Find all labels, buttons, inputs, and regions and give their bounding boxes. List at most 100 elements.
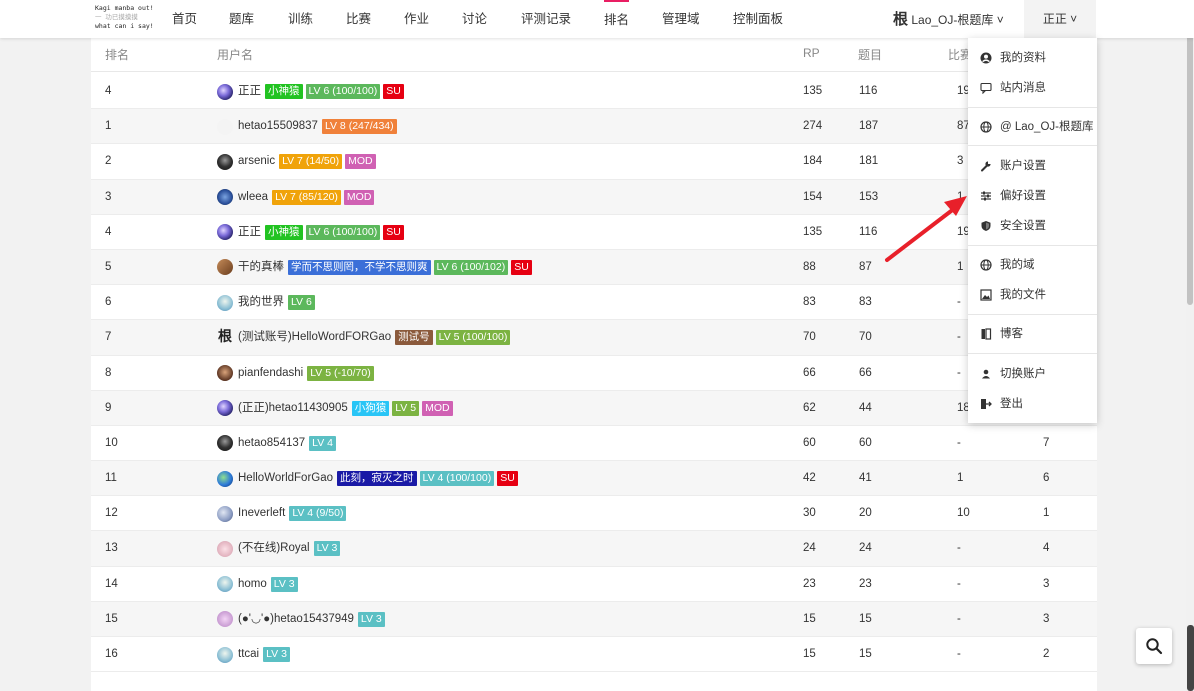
menu-item-9[interactable]: 切换账户 xyxy=(968,362,1097,386)
username-link[interactable]: HelloWorldForGao xyxy=(238,461,333,496)
username-link[interactable]: wleea xyxy=(238,180,268,215)
username-link[interactable]: ttcai xyxy=(238,637,259,672)
user-badge: SU xyxy=(497,471,518,487)
problems-cell: 44 xyxy=(859,401,872,414)
user-icon xyxy=(980,368,992,380)
username-link[interactable]: arsenic xyxy=(238,144,275,179)
page-scrollbar[interactable] xyxy=(1186,0,1194,691)
nav-item-4[interactable]: 作业 xyxy=(404,0,429,38)
rp-cell: 88 xyxy=(803,260,816,273)
menu-divider xyxy=(968,107,1097,108)
menu-item-1[interactable]: 站内消息 xyxy=(968,76,1097,100)
nav-item-9[interactable]: 控制面板 xyxy=(733,0,783,38)
user-avatar[interactable] xyxy=(217,153,233,170)
rp-cell: 154 xyxy=(803,190,823,203)
username-link[interactable]: (测试账号)HelloWordFORGao xyxy=(238,320,391,355)
table-body: 4 正正 小神猿 LV 6 (100/100) SU 135 116 19 1 he… xyxy=(91,74,1097,673)
nav-item-6[interactable]: 评测记录 xyxy=(521,0,571,38)
menu-item-6[interactable]: 我的域 xyxy=(968,253,1097,277)
username-link[interactable]: hetao854137 xyxy=(238,426,305,461)
menu-item-8[interactable]: 博客 xyxy=(968,322,1097,346)
problems-cell: 24 xyxy=(859,542,872,555)
menu-divider xyxy=(968,245,1097,246)
menu-item-10[interactable]: 登出 xyxy=(968,392,1097,416)
username-link[interactable]: (不在线)Royal xyxy=(238,531,310,566)
header-problems[interactable]: 题目 xyxy=(858,46,882,63)
user-avatar[interactable] xyxy=(217,646,233,663)
user-badge: LV 5 xyxy=(392,400,420,416)
menu-divider xyxy=(968,145,1097,146)
scrollbar-handle-bottom[interactable] xyxy=(1187,625,1194,691)
table-row: 13 (不在线)Royal LV 3 24 24 - 4 xyxy=(91,531,1097,567)
username-link[interactable]: hetao15509837 xyxy=(238,109,318,144)
scrollbar-thumb[interactable] xyxy=(1187,0,1193,305)
username-link[interactable]: (●'◡'●)hetao15437949 xyxy=(238,602,354,637)
menu-item-2[interactable]: @ Lao_OJ-根题库 xyxy=(968,115,1097,139)
user-avatar[interactable]: 根 xyxy=(217,320,233,355)
user-avatar[interactable] xyxy=(217,224,233,241)
user-avatar[interactable] xyxy=(217,189,233,206)
user-badge: SU xyxy=(383,224,404,240)
table-row: 4 正正 小神猿 LV 6 (100/100) SU 135 116 19 xyxy=(91,74,1097,110)
username-link[interactable]: (正正)hetao11430905 xyxy=(238,391,348,426)
user-cell: 正正 小神猿 LV 6 (100/100) SU xyxy=(217,215,404,250)
search-button[interactable] xyxy=(1136,628,1172,664)
menu-item-label: 账户设置 xyxy=(1000,160,1046,172)
menu-item-4[interactable]: 偏好设置 xyxy=(968,184,1097,208)
header-rp[interactable]: RP xyxy=(803,46,820,60)
extra-count-cell: 2 xyxy=(1043,648,1050,660)
username-link[interactable]: Ineverleft xyxy=(238,496,285,531)
rp-cell: 15 xyxy=(803,612,816,625)
menu-item-label: 我的资料 xyxy=(1000,52,1046,64)
rank-cell: 7 xyxy=(105,331,112,344)
menu-item-5[interactable]: 安全设置 xyxy=(968,214,1097,238)
user-avatar[interactable] xyxy=(217,118,233,135)
menu-item-7[interactable]: 我的文件 xyxy=(968,283,1097,307)
user-avatar[interactable] xyxy=(217,365,233,381)
user-avatar[interactable] xyxy=(217,83,233,100)
user-avatar[interactable] xyxy=(217,470,233,487)
rank-cell: 9 xyxy=(105,401,112,414)
user-menu-button[interactable]: 正正 ˅ xyxy=(1024,0,1096,38)
menu-item-0[interactable]: 我的资料 xyxy=(968,46,1097,70)
nav-item-5[interactable]: 讨论 xyxy=(462,0,487,38)
nav-item-2[interactable]: 训练 xyxy=(288,0,313,38)
rp-cell: 30 xyxy=(803,507,816,520)
nav-item-1[interactable]: 题库 xyxy=(229,0,254,38)
user-badge: 测试号 xyxy=(395,330,433,346)
username-link[interactable]: homo xyxy=(238,567,267,602)
user-avatar[interactable] xyxy=(217,576,233,593)
username-link[interactable]: 干的真棒 xyxy=(238,250,284,285)
user-avatar[interactable] xyxy=(217,505,233,522)
contests-cell: 1 xyxy=(957,472,964,485)
table-row: 16 ttcai LV 3 15 15 - 2 xyxy=(91,637,1097,673)
header-rank[interactable]: 排名 xyxy=(105,46,129,63)
user-avatar[interactable] xyxy=(217,259,233,276)
user-avatar[interactable] xyxy=(217,611,233,628)
username-link[interactable]: 正正 xyxy=(238,215,261,250)
user-avatar[interactable] xyxy=(217,435,233,452)
user-avatar[interactable] xyxy=(217,540,233,557)
user-avatar[interactable] xyxy=(217,400,233,417)
table-row: 7 根 (测试账号)HelloWordFORGao 测试号 LV 5 (100/1… xyxy=(91,320,1097,356)
problems-cell: 83 xyxy=(859,296,872,309)
nav-item-0[interactable]: 首页 xyxy=(172,0,197,38)
problems-cell: 87 xyxy=(859,260,872,273)
rank-cell: 3 xyxy=(105,190,112,203)
menu-item-3[interactable]: 账户设置 xyxy=(968,154,1097,178)
nav-item-3[interactable]: 比赛 xyxy=(346,0,371,38)
domain-switcher[interactable]: 根 Lao_OJ-根题库 ˅ xyxy=(893,0,1004,38)
top-navbar: Kagi manba out! 一 功已摸摸摸 what can i say! … xyxy=(0,0,1194,38)
table-row: 11 HelloWorldForGao 此刻，寂灭之时 LV 4 (100/100… xyxy=(91,461,1097,497)
site-logo[interactable]: Kagi manba out! 一 功已摸摸摸 what can i say! xyxy=(95,4,157,31)
user-avatar[interactable] xyxy=(217,294,233,311)
username-link[interactable]: 我的世界 xyxy=(238,285,284,320)
rp-cell: 274 xyxy=(803,120,823,133)
shield-icon xyxy=(980,220,992,232)
username-link[interactable]: 正正 xyxy=(238,74,261,109)
rank-cell: 5 xyxy=(105,260,112,273)
header-user[interactable]: 用户名 xyxy=(217,46,253,63)
nav-item-8[interactable]: 管理域 xyxy=(662,0,700,38)
nav-item-7[interactable]: 排名 xyxy=(604,0,630,38)
username-link[interactable]: pianfendashi xyxy=(238,356,303,391)
